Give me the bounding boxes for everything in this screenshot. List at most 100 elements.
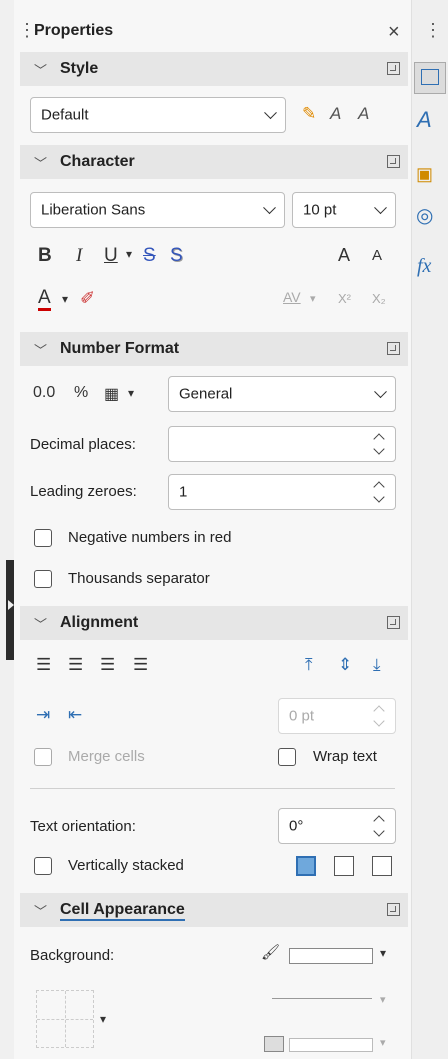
decimal-places-label: Decimal places: — [30, 436, 136, 453]
style-select[interactable]: Default — [30, 97, 286, 133]
styles-icon[interactable]: A — [417, 107, 432, 133]
text-extension-from-cell-top-icon[interactable] — [334, 856, 354, 876]
thousands-separator-label[interactable]: Thousands separator — [68, 570, 210, 587]
bold-icon[interactable]: B — [38, 245, 52, 267]
more-options-icon[interactable] — [387, 903, 400, 916]
text-orientation-label: Text orientation: — [30, 818, 136, 835]
chevron-down-icon: ﹀ — [34, 343, 48, 358]
wrap-text-label[interactable]: Wrap text — [313, 748, 377, 765]
vertically-stacked-checkbox[interactable] — [34, 857, 52, 875]
text-orientation-spinner[interactable]: 0° — [278, 808, 396, 844]
text-extension-inside-cell-icon[interactable] — [372, 856, 392, 876]
chevron-down-icon: ﹀ — [34, 156, 48, 171]
navigator-icon[interactable]: ◎ — [416, 203, 433, 228]
border-color-icon — [264, 1036, 284, 1052]
text-orientation-value: 0° — [289, 817, 304, 835]
number-category-value: General — [179, 385, 233, 403]
decimal-places-spinner[interactable] — [168, 426, 396, 462]
border-line-style[interactable] — [272, 998, 372, 999]
indent-spinner[interactable]: 0 pt — [278, 698, 396, 734]
negative-red-checkbox[interactable] — [34, 529, 52, 547]
chevron-down-icon — [263, 201, 276, 215]
section-header-cell-appearance[interactable]: ﹀ Cell Appearance — [20, 893, 408, 927]
more-menu-icon[interactable]: ⋮ — [424, 20, 442, 41]
font-color-icon[interactable]: A — [38, 288, 51, 311]
more-options-icon[interactable] — [387, 616, 400, 629]
shadow-icon[interactable]: S — [170, 245, 183, 267]
section-header-character[interactable]: ﹀ Character — [20, 145, 408, 179]
spin-down-icon[interactable] — [373, 715, 385, 727]
align-bottom-icon[interactable]: ⤓ — [373, 655, 381, 675]
shrink-font-icon[interactable]: A — [372, 247, 382, 264]
align-center-icon[interactable]: ☰ — [68, 655, 83, 675]
caret-down-icon[interactable]: ▾ — [128, 386, 134, 400]
wrap-text-checkbox[interactable] — [278, 748, 296, 766]
superscript-icon[interactable]: X² — [338, 291, 351, 306]
italic-icon[interactable]: I — [76, 245, 82, 267]
decimal-format-icon[interactable]: 0.0 — [33, 384, 55, 402]
sidebar-tab-bar — [411, 0, 448, 1059]
underline-icon[interactable]: U — [104, 245, 118, 267]
border-color-swatch[interactable] — [289, 1038, 373, 1052]
spin-down-icon[interactable] — [373, 491, 385, 503]
section-title-number-format: Number Format — [60, 340, 180, 357]
functions-icon[interactable]: fx — [417, 255, 431, 278]
section-header-style[interactable]: ﹀ Style — [20, 52, 408, 86]
more-options-icon[interactable] — [387, 62, 400, 75]
merge-cells-checkbox[interactable] — [34, 748, 52, 766]
percent-format-icon[interactable]: % — [74, 384, 88, 402]
font-name-value: Liberation Sans — [41, 201, 146, 219]
grow-font-icon[interactable]: A — [338, 245, 350, 266]
panel-title: Properties — [34, 22, 114, 39]
decrease-indent-icon[interactable]: ⇤ — [68, 705, 82, 725]
font-size-value: 10 pt — [303, 201, 337, 219]
caret-down-icon[interactable]: ▾ — [126, 247, 132, 261]
update-style-icon[interactable]: A — [330, 104, 341, 124]
close-icon[interactable]: × — [388, 21, 400, 44]
more-options-icon[interactable] — [387, 155, 400, 168]
number-category-select[interactable]: General — [168, 376, 396, 412]
character-spacing-icon[interactable]: AV — [283, 289, 301, 305]
merge-cells-label[interactable]: Merge cells — [68, 748, 145, 765]
font-size-select[interactable]: 10 pt — [292, 192, 396, 228]
tab-properties[interactable] — [414, 62, 446, 94]
more-options-icon[interactable] — [387, 342, 400, 355]
gallery-icon[interactable]: ▣ — [416, 164, 433, 185]
align-middle-icon[interactable]: ⇕ — [338, 655, 352, 675]
caret-down-icon[interactable]: ▾ — [380, 1036, 386, 1049]
increase-indent-icon[interactable]: ⇥ — [36, 705, 50, 725]
leading-zeroes-label: Leading zeroes: — [30, 483, 137, 500]
vertically-stacked-label[interactable]: Vertically stacked — [68, 857, 184, 874]
background-label: Background: — [30, 947, 115, 964]
align-left-icon[interactable]: ☰ — [36, 655, 51, 675]
leading-zeroes-value: 1 — [179, 483, 188, 501]
chevron-down-icon — [264, 106, 277, 120]
caret-down-icon[interactable]: ▾ — [100, 1012, 106, 1026]
new-style-icon[interactable]: A — [358, 104, 369, 124]
align-top-icon[interactable]: ⤒ — [305, 655, 313, 675]
caret-down-icon[interactable]: ▾ — [380, 946, 386, 960]
align-justify-icon[interactable]: ☰ — [133, 655, 148, 675]
section-title-character: Character — [60, 153, 135, 170]
spin-down-icon[interactable] — [373, 443, 385, 455]
section-header-alignment[interactable]: ﹀ Alignment — [20, 606, 408, 640]
subscript-icon[interactable]: X₂ — [372, 291, 386, 306]
negative-red-label[interactable]: Negative numbers in red — [68, 529, 231, 546]
thousands-separator-checkbox[interactable] — [34, 570, 52, 588]
leading-zeroes-spinner[interactable]: 1 — [168, 474, 396, 510]
currency-format-icon[interactable]: ▦ — [104, 384, 119, 404]
background-color-swatch[interactable] — [289, 948, 373, 964]
font-name-select[interactable]: Liberation Sans — [30, 192, 285, 228]
section-header-number-format[interactable]: ﹀ Number Format — [20, 332, 408, 366]
chevron-down-icon: ﹀ — [34, 904, 48, 919]
highlight-color-icon[interactable]: ✐ — [80, 288, 95, 309]
spin-down-icon[interactable] — [373, 825, 385, 837]
cell-border-preview[interactable] — [36, 990, 94, 1048]
set-style-icon[interactable]: ✎ — [302, 104, 316, 124]
caret-down-icon[interactable]: ▾ — [62, 292, 68, 306]
caret-down-icon[interactable]: ▾ — [380, 993, 386, 1006]
align-right-icon[interactable]: ☰ — [100, 655, 115, 675]
strikethrough-icon[interactable]: S — [143, 245, 156, 267]
text-extension-from-cell-bottom-icon[interactable] — [296, 856, 316, 876]
caret-down-icon[interactable]: ▾ — [310, 292, 316, 305]
